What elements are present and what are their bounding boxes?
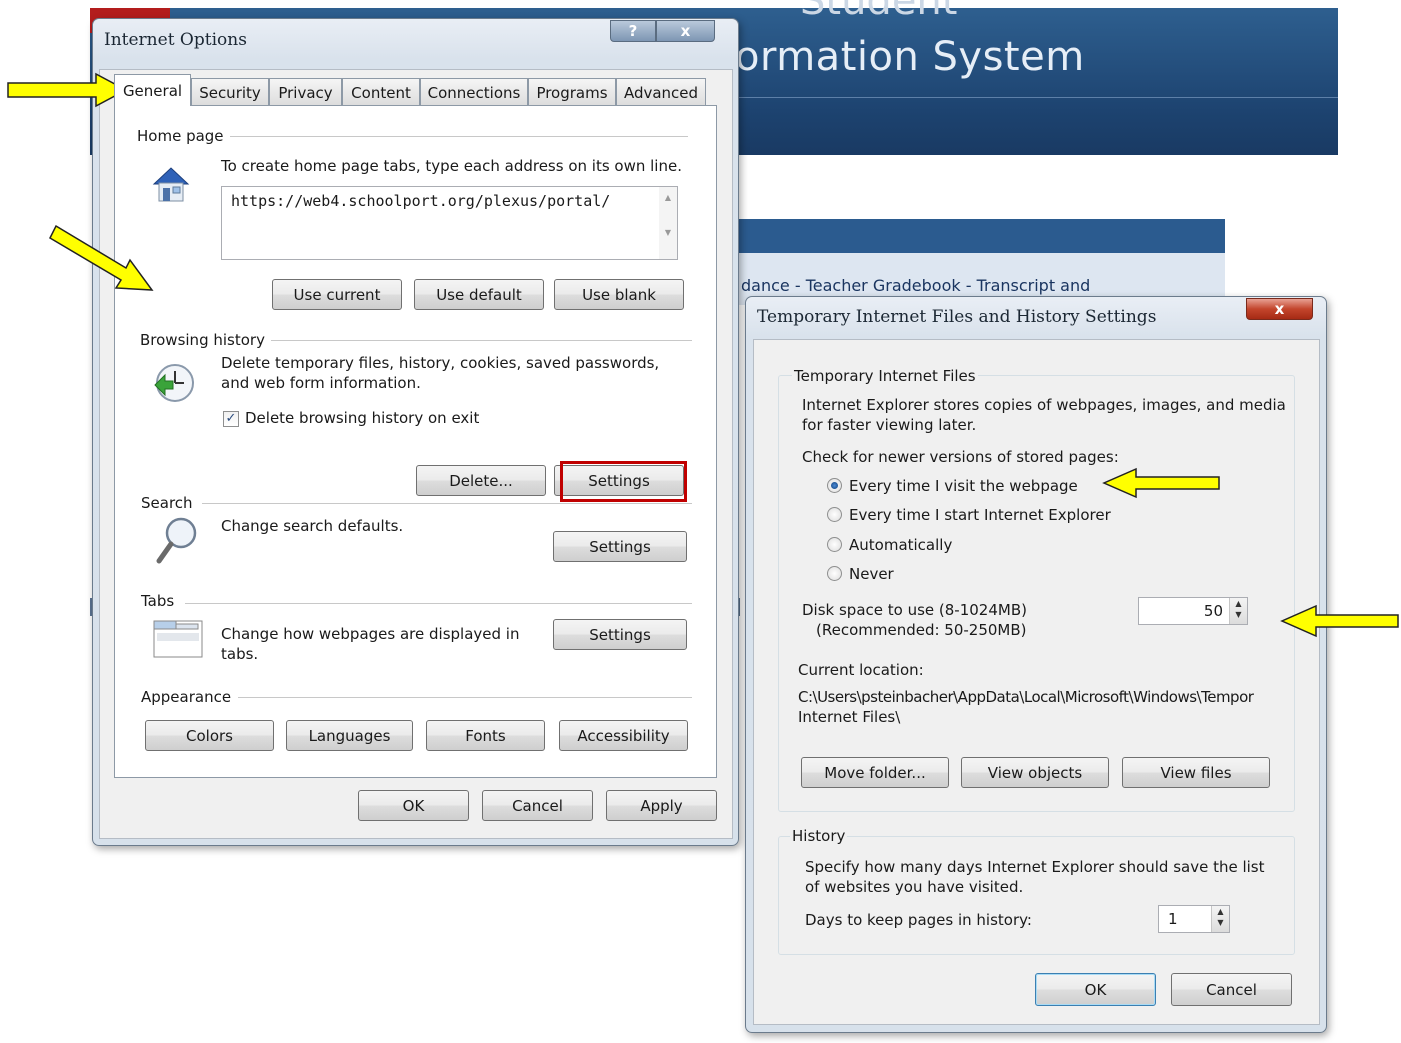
arrow-every-visit (1102, 467, 1220, 499)
tab-general[interactable]: General (114, 74, 191, 106)
arrow-disk-space (1280, 604, 1399, 638)
annotation-arrows (7, 72, 1399, 638)
arrow-general-tab (7, 72, 128, 108)
arrow-diagonal (49, 224, 154, 291)
